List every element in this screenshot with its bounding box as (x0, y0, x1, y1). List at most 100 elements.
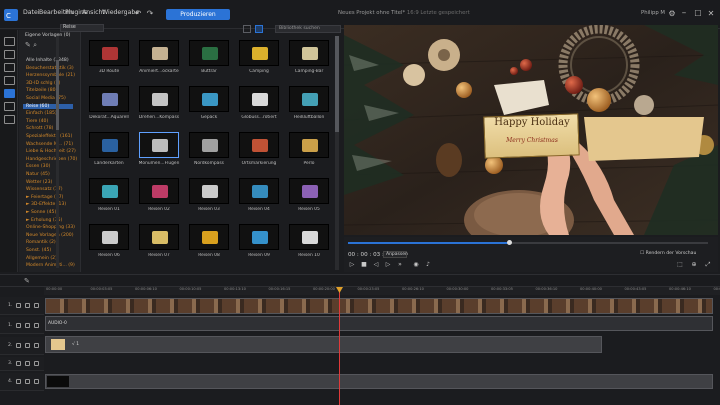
library-thumbnail[interactable] (239, 40, 279, 66)
library-thumbnail[interactable] (89, 132, 129, 158)
produce-button[interactable]: Produzieren (166, 9, 230, 20)
library-thumbnail[interactable] (289, 178, 329, 204)
grid-view-icon[interactable] (255, 25, 263, 33)
lock-icon[interactable] (34, 343, 39, 348)
category-item[interactable]: Sonst. (45) (26, 248, 51, 253)
category-item[interactable]: Modern Animati... (9) (26, 263, 75, 268)
library-thumbnail[interactable] (239, 86, 279, 112)
lock-icon[interactable] (34, 379, 39, 384)
maximize-icon[interactable]: ☐ (692, 8, 704, 20)
category-item[interactable]: ► Sonne (45) (26, 210, 56, 215)
library-thumbnail[interactable] (239, 224, 279, 250)
category-item[interactable]: Besucherstatistik (3) (26, 66, 74, 71)
edit-tools-icon[interactable]: ✎ (24, 277, 30, 285)
list-view-icon[interactable] (243, 25, 251, 33)
category-item[interactable]: Liebe & Hochzeit (27) (26, 149, 76, 154)
library-thumbnail[interactable] (139, 224, 179, 250)
lock-icon[interactable] (34, 303, 39, 308)
category-item[interactable]: Herzenssymbole (21) (26, 73, 75, 78)
category-scroll-thumb[interactable] (56, 60, 59, 130)
library-thumbnail[interactable] (239, 132, 279, 158)
pip-room-icon[interactable] (4, 63, 15, 72)
library-thumbnail[interactable] (139, 86, 179, 112)
settings-icon[interactable]: ⚙ (666, 8, 678, 20)
stop-icon[interactable]: ■ (360, 261, 368, 269)
particle-room-icon[interactable] (4, 76, 15, 85)
zoom-icon[interactable]: ⊕ (690, 261, 698, 269)
my-templates-header[interactable]: Eigene Vorlagen (0) (25, 33, 70, 38)
library-thumbnail[interactable] (139, 178, 179, 204)
track-type-icon[interactable] (16, 303, 21, 308)
track-header[interactable]: 1. (0, 317, 44, 334)
track-type-icon[interactable] (16, 343, 21, 348)
library-thumbnail[interactable] (189, 132, 229, 158)
library-thumbnail[interactable] (289, 132, 329, 158)
quality-select[interactable]: Anpassen (383, 251, 408, 258)
library-thumbnail[interactable] (189, 224, 229, 250)
redo-icon[interactable]: ↷ (144, 8, 156, 20)
library-thumbnail[interactable] (289, 86, 329, 112)
playhead[interactable] (339, 287, 340, 405)
category-item[interactable]: Alle Inhalte (1348) (26, 58, 69, 63)
library-thumbnail[interactable] (289, 40, 329, 66)
render-preview-checkbox[interactable]: ☐ Rendern der Vorschau (640, 251, 696, 256)
fullscreen-icon[interactable]: ⤢ (704, 261, 712, 269)
fx-room-icon[interactable] (4, 50, 15, 59)
track-type-icon[interactable] (16, 322, 21, 328)
category-item[interactable]: Romantik (2) (26, 240, 56, 245)
library-thumbnail[interactable] (189, 86, 229, 112)
category-item[interactable]: ► 3D-Effekte (13) (26, 202, 66, 207)
play-icon[interactable]: ▷ (348, 261, 356, 269)
audio-room-icon[interactable] (4, 115, 15, 124)
volume-icon[interactable]: ♪ (424, 261, 432, 269)
category-item[interactable]: Schrott (78) (26, 126, 53, 131)
audio-clip[interactable]: AUDIO-0 (45, 316, 713, 331)
undo-icon[interactable]: ↶ (132, 8, 144, 20)
add-icon[interactable]: ✎ ⌕ (25, 41, 37, 50)
category-item[interactable]: Handgeschrieben (70) (26, 157, 77, 162)
category-item[interactable]: Tiere (40) (26, 119, 48, 124)
track-type-icon[interactable] (16, 379, 21, 384)
track-header[interactable]: 1. (0, 297, 44, 315)
category-item[interactable]: Reise (60) (23, 103, 73, 109)
category-item[interactable]: Spezialeffekte (161) (26, 134, 72, 139)
category-item[interactable]: Neue Vorlagen (200) (26, 233, 74, 238)
category-item[interactable]: Online-Shopping (33) (26, 225, 75, 230)
preview-scrubber[interactable] (507, 240, 512, 245)
minimize-icon[interactable]: – (678, 7, 690, 19)
lock-icon[interactable] (34, 322, 39, 328)
visibility-icon[interactable] (25, 322, 30, 328)
title-clip[interactable]: √ 1 (45, 336, 602, 353)
library-thumbnail[interactable] (239, 178, 279, 204)
library-thumbnail[interactable] (89, 224, 129, 250)
visibility-icon[interactable] (25, 361, 30, 366)
timeline-ruler[interactable]: 00:00:00 00:00:03:05 00:00:06:10 00:00:10:0… (44, 287, 720, 295)
library-search-input[interactable]: Bibliothek suchen (275, 25, 341, 33)
track-header[interactable]: 4. (0, 373, 44, 391)
category-item[interactable]: Social Media (75) (26, 96, 66, 101)
library-thumbnail[interactable] (89, 86, 129, 112)
category-item[interactable]: Wetter (23) (26, 180, 52, 185)
visibility-icon[interactable] (25, 303, 30, 308)
track-type-icon[interactable] (16, 361, 21, 366)
transition-room-icon[interactable] (4, 102, 15, 111)
menu-file[interactable]: Datei (23, 9, 40, 16)
track-header[interactable]: 3. (0, 357, 44, 371)
library-thumbnail[interactable] (189, 178, 229, 204)
media-room-icon[interactable] (4, 37, 15, 46)
library-thumbnail[interactable] (89, 40, 129, 66)
preview-window[interactable]: Happy Holiday Merry Christmas (344, 25, 718, 235)
undock-icon[interactable]: ⬚ (676, 261, 684, 269)
category-item[interactable]: Einfach (185) (26, 111, 57, 116)
category-item[interactable]: Essen (30) (26, 164, 50, 169)
lock-icon[interactable] (34, 361, 39, 366)
prev-frame-icon[interactable]: ◁ (372, 261, 380, 269)
category-item[interactable]: Natur (45) (26, 172, 50, 177)
library-filter-dropdown[interactable]: Reise (60, 24, 104, 32)
title-room-icon[interactable] (4, 89, 15, 98)
library-thumbnail[interactable] (139, 132, 179, 158)
library-thumbnail[interactable] (289, 224, 329, 250)
library-scroll-thumb[interactable] (335, 36, 339, 132)
video-clip[interactable] (45, 298, 713, 314)
video-clip-track-4[interactable] (45, 374, 713, 389)
